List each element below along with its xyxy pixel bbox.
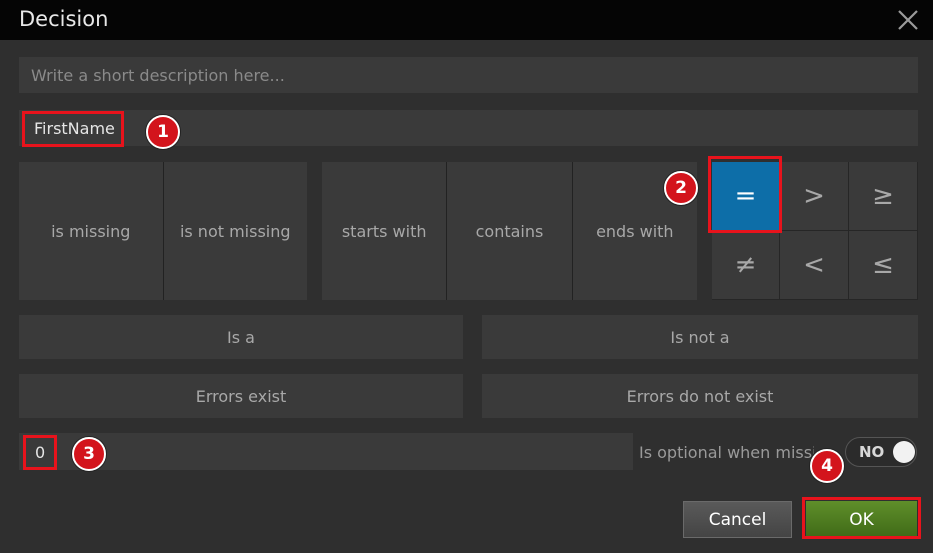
- window-title: Decision: [19, 7, 109, 31]
- value-input[interactable]: [19, 433, 633, 470]
- is-not-missing-button[interactable]: is not missing: [162, 162, 307, 300]
- comparison-operator-grid: = > ≥ ≠ < ≤: [712, 162, 918, 300]
- toggle-state-text: NO: [859, 443, 885, 461]
- value-text[interactable]: 0: [23, 435, 57, 470]
- optional-when-missing-label: Is optional when missing: [639, 443, 814, 462]
- not-equal-button[interactable]: ≠: [712, 231, 780, 300]
- less-than-button[interactable]: <: [780, 231, 849, 300]
- toggle-knob: [893, 441, 915, 463]
- string-operator-group: starts with contains ends with: [322, 162, 697, 300]
- cancel-button[interactable]: Cancel: [683, 501, 792, 538]
- errors-do-not-exist-button[interactable]: Errors do not exist: [482, 374, 918, 418]
- description-input[interactable]: [19, 57, 918, 93]
- optional-toggle[interactable]: NO: [845, 437, 917, 467]
- starts-with-button[interactable]: starts with: [322, 162, 447, 300]
- greater-equal-button[interactable]: ≥: [849, 162, 918, 231]
- is-not-a-button[interactable]: Is not a: [482, 315, 918, 359]
- title-bar: Decision: [0, 0, 933, 40]
- close-icon[interactable]: [895, 7, 921, 33]
- equals-button[interactable]: =: [712, 162, 780, 231]
- is-a-button[interactable]: Is a: [19, 315, 463, 359]
- less-equal-button[interactable]: ≤: [849, 231, 918, 300]
- callout-badge-2: 2: [664, 171, 698, 205]
- greater-than-button[interactable]: >: [780, 162, 849, 231]
- presence-operator-group: is missing is not missing: [19, 162, 307, 300]
- field-name-value[interactable]: FirstName: [22, 111, 124, 147]
- errors-exist-button[interactable]: Errors exist: [19, 374, 463, 418]
- callout-badge-3: 3: [72, 437, 106, 471]
- callout-badge-1: 1: [146, 115, 180, 149]
- contains-button[interactable]: contains: [446, 162, 572, 300]
- ok-button[interactable]: OK: [806, 501, 917, 538]
- callout-badge-4: 4: [810, 449, 844, 483]
- is-missing-button[interactable]: is missing: [19, 162, 163, 300]
